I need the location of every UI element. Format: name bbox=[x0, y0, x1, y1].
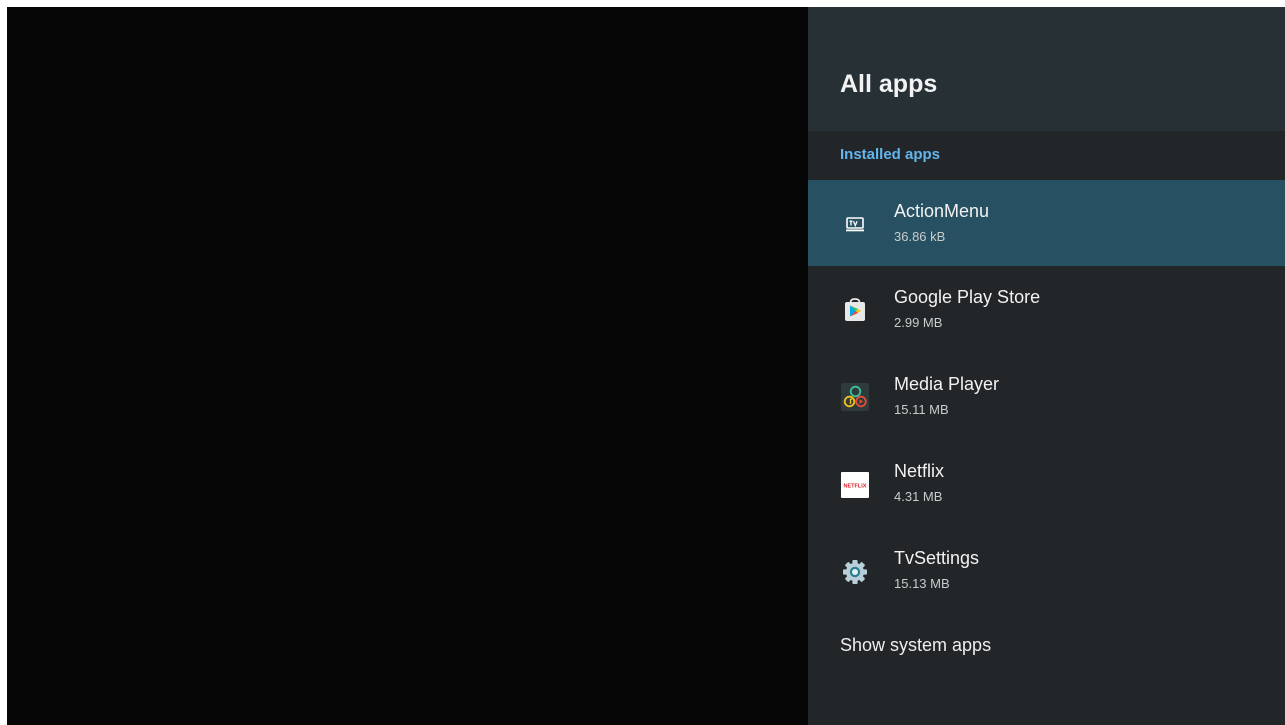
app-item-google-play-store[interactable]: Google Play Store 2.99 MB bbox=[808, 266, 1285, 353]
media-player-icon bbox=[839, 381, 871, 413]
show-system-apps-button[interactable]: Show system apps bbox=[840, 634, 991, 656]
app-size: 36.86 kB bbox=[894, 229, 946, 244]
app-list: ActionMenu 36.86 kB Google Play Store 2.… bbox=[808, 180, 1285, 614]
page-title: All apps bbox=[840, 70, 938, 98]
panel-header: All apps bbox=[808, 7, 1285, 131]
app-item-media-player[interactable]: Media Player 15.11 MB bbox=[808, 353, 1285, 440]
app-size: 2.99 MB bbox=[894, 315, 943, 330]
app-size: 15.11 MB bbox=[894, 402, 949, 417]
tv-icon bbox=[839, 208, 871, 240]
netflix-logo-text: NETFLIX bbox=[844, 484, 867, 490]
play-store-icon bbox=[839, 294, 871, 326]
app-item-tvsettings[interactable]: TvSettings 15.13 MB bbox=[808, 527, 1285, 614]
all-apps-panel: All apps Installed apps ActionMenu 36.86… bbox=[808, 7, 1285, 725]
app-name: Google Play Store bbox=[894, 287, 1041, 307]
app-size: 15.13 MB bbox=[894, 576, 950, 591]
app-name: Netflix bbox=[894, 461, 945, 481]
tv-screen: All apps Installed apps ActionMenu 36.86… bbox=[7, 7, 1285, 725]
netflix-icon: NETFLIX bbox=[839, 468, 871, 500]
gear-icon bbox=[839, 555, 871, 587]
app-item-netflix[interactable]: NETFLIX Netflix 4.31 MB bbox=[808, 440, 1285, 527]
app-item-actionmenu[interactable]: ActionMenu 36.86 kB bbox=[808, 180, 1285, 266]
app-name: Media Player bbox=[894, 374, 1000, 394]
app-size: 4.31 MB bbox=[894, 489, 943, 504]
app-name: TvSettings bbox=[894, 548, 980, 568]
section-title-installed-apps: Installed apps bbox=[840, 146, 941, 163]
app-name: ActionMenu bbox=[894, 201, 990, 221]
